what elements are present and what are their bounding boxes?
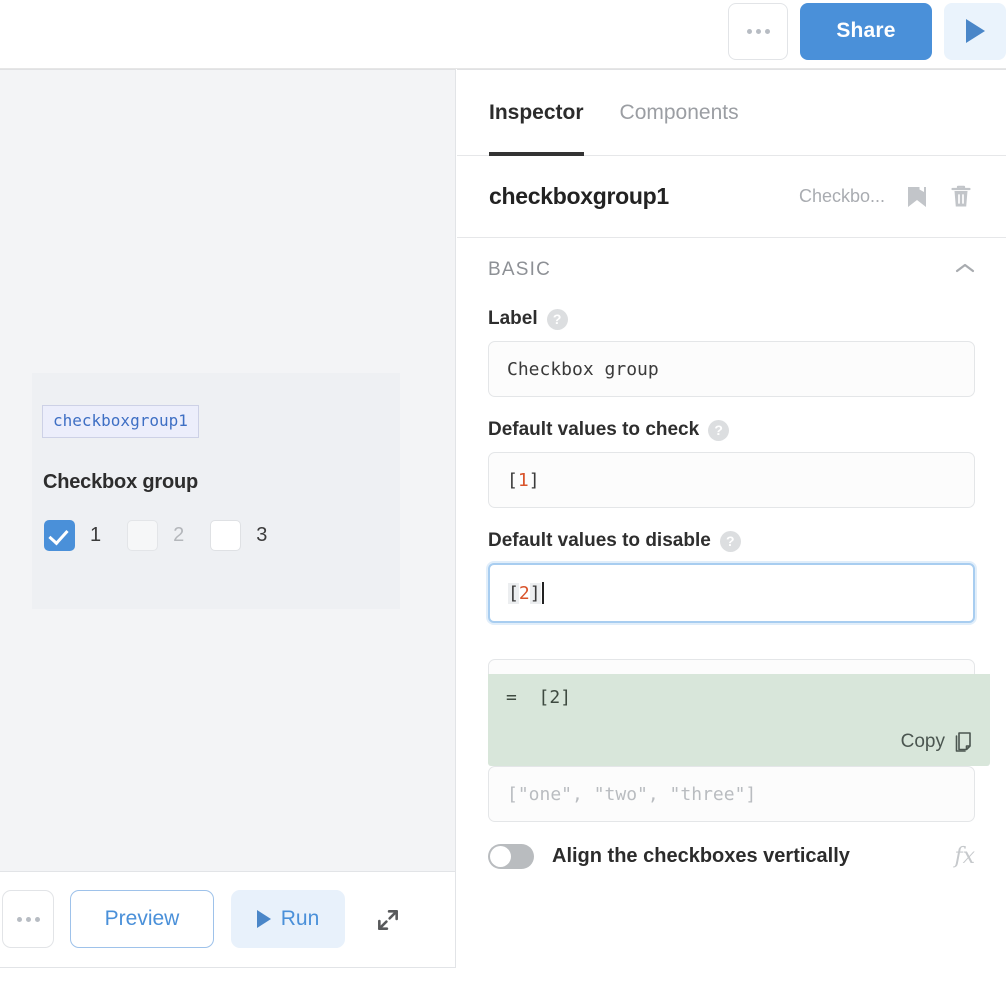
align-vertically-toggle[interactable] bbox=[488, 844, 534, 869]
bookmark-icon bbox=[908, 186, 926, 207]
label-input-value: Checkbox group bbox=[507, 358, 659, 380]
default-check-bracket-close: ] bbox=[528, 469, 540, 491]
align-vertically-row: Align the checkboxes vertically fx bbox=[457, 844, 1006, 869]
default-disable-input[interactable]: [2] bbox=[488, 563, 975, 623]
field-default-check-title: Default values to check ? bbox=[488, 419, 975, 441]
tab-inspector[interactable]: Inspector bbox=[489, 70, 584, 156]
help-icon[interactable]: ? bbox=[546, 308, 568, 330]
expression-result-value: [2] bbox=[538, 687, 572, 708]
copy-result-label: Copy bbox=[900, 731, 945, 752]
share-button[interactable]: Share bbox=[800, 2, 932, 60]
default-disable-number: 2 bbox=[518, 582, 530, 604]
checkbox-item-3[interactable]: 3 bbox=[210, 520, 267, 551]
checkbox-disabled-icon bbox=[127, 520, 159, 551]
play-triangle-icon bbox=[256, 910, 271, 928]
copy-result-button[interactable]: Copy bbox=[901, 731, 973, 753]
save-component-button[interactable] bbox=[905, 184, 929, 210]
checkbox-item-3-label: 3 bbox=[256, 524, 268, 546]
fx-icon[interactable]: fx bbox=[954, 844, 975, 869]
checkbox-checked-icon[interactable] bbox=[44, 520, 75, 551]
tab-inspector-label: Inspector bbox=[489, 100, 584, 124]
default-check-bracket-open: [ bbox=[507, 469, 518, 491]
field-default-disable: Default values to disable ? [2] bbox=[457, 530, 1006, 623]
basic-section-title: BASIC bbox=[488, 259, 552, 280]
labels-input[interactable]: ["one", "two", "three"] bbox=[488, 766, 975, 822]
inspector-tabs: Inspector Components bbox=[457, 70, 1006, 156]
expression-result-line: = [2] bbox=[506, 687, 972, 708]
expand-canvas-button[interactable] bbox=[368, 900, 408, 940]
field-label: Label ? Checkbox group bbox=[457, 308, 1006, 397]
canvas-area[interactable]: checkboxgroup1 Checkbox group 1 2 3 bbox=[0, 69, 456, 871]
field-label-text: Label bbox=[488, 308, 538, 329]
checkbox-group-title: Checkbox group bbox=[43, 471, 198, 493]
checkbox-item-1-label: 1 bbox=[90, 524, 102, 546]
chevron-up-icon bbox=[955, 263, 975, 272]
more-options-button[interactable] bbox=[728, 2, 788, 60]
default-check-number: 1 bbox=[517, 469, 529, 491]
ellipsis-icon bbox=[746, 28, 770, 34]
toggle-knob bbox=[490, 846, 511, 867]
default-disable-bracket-open: [ bbox=[508, 582, 519, 604]
trash-icon bbox=[951, 185, 971, 206]
checkbox-item-2: 2 bbox=[127, 520, 184, 551]
tab-components-label: Components bbox=[619, 100, 739, 124]
inspector-component-header: checkboxgroup1 Checkbo... bbox=[457, 156, 1006, 238]
component-name: checkboxgroup1 bbox=[489, 183, 669, 209]
preview-button[interactable]: Preview bbox=[70, 890, 214, 948]
basic-section-header[interactable]: BASIC bbox=[457, 238, 1006, 302]
field-default-disable-title: Default values to disable ? bbox=[488, 530, 975, 552]
labels-input-placeholder: ["one", "two", "three"] bbox=[507, 783, 757, 805]
copy-icon bbox=[955, 732, 971, 752]
delete-component-button[interactable] bbox=[949, 184, 973, 210]
app-root: Share checkboxgroup1 Checkbox group 1 2 bbox=[0, 0, 1006, 982]
align-vertically-label: Align the checkboxes vertically bbox=[552, 845, 850, 867]
top-toolbar: Share bbox=[0, 0, 1006, 69]
field-default-check-text: Default values to check bbox=[488, 419, 700, 440]
play-triangle-icon bbox=[965, 19, 985, 43]
expression-equals-sign: = bbox=[506, 687, 517, 708]
collapse-section-button[interactable] bbox=[954, 261, 976, 280]
text-caret bbox=[541, 582, 544, 604]
help-icon[interactable]: ? bbox=[708, 419, 730, 441]
field-default-check: Default values to check ? [1] bbox=[457, 419, 1006, 508]
expression-preview-popup: = [2] Copy bbox=[488, 674, 990, 766]
label-input[interactable]: Checkbox group bbox=[488, 341, 975, 397]
field-label-title: Label ? bbox=[488, 308, 975, 330]
component-type: Checkbo... bbox=[798, 186, 885, 206]
tab-components[interactable]: Components bbox=[620, 70, 739, 156]
bottom-more-options-button[interactable] bbox=[2, 890, 54, 948]
component-name-chip-label: checkboxgroup1 bbox=[53, 411, 188, 430]
checkbox-unchecked-icon[interactable] bbox=[210, 520, 242, 551]
run-app-button[interactable] bbox=[944, 2, 1006, 60]
component-name-chip[interactable]: checkboxgroup1 bbox=[42, 405, 199, 438]
checkbox-item-2-label: 2 bbox=[173, 524, 185, 546]
checkbox-item-1[interactable]: 1 bbox=[44, 520, 101, 551]
checkbox-group-row: 1 2 3 bbox=[44, 520, 293, 551]
preview-button-label: Preview bbox=[104, 907, 180, 930]
default-check-input[interactable]: [1] bbox=[488, 452, 975, 508]
help-icon[interactable]: ? bbox=[719, 530, 741, 552]
expand-arrows-icon bbox=[378, 910, 398, 930]
run-button[interactable]: Run bbox=[231, 890, 345, 948]
run-button-label: Run bbox=[280, 907, 320, 930]
ellipsis-icon bbox=[16, 916, 40, 922]
field-default-disable-text: Default values to disable bbox=[488, 530, 711, 551]
default-disable-bracket-close: ] bbox=[529, 582, 541, 604]
inspector-panel: Inspector Components checkboxgroup1 Chec… bbox=[457, 69, 1006, 982]
top-toolbar-actions: Share bbox=[728, 0, 1006, 62]
share-button-label: Share bbox=[836, 19, 896, 42]
